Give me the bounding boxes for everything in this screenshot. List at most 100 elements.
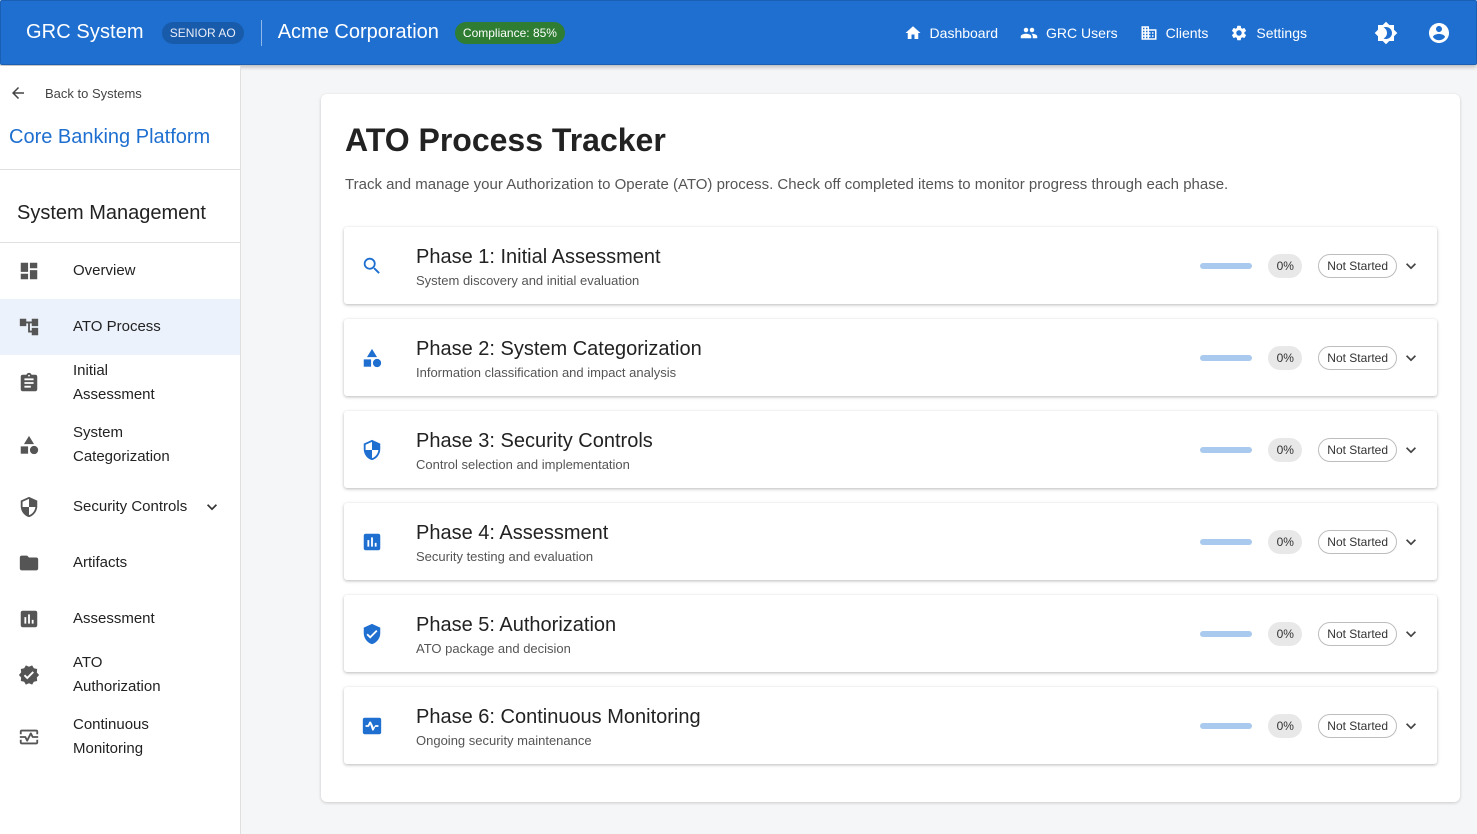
sidebar-item-artifacts[interactable]: Artifacts (0, 535, 240, 591)
phase-card-1[interactable]: Phase 1: Initial Assessment System disco… (344, 227, 1437, 304)
theme-toggle-button[interactable] (1373, 20, 1399, 46)
folder-icon (18, 552, 40, 574)
phase-status-chip: Not Started (1318, 621, 1397, 646)
arrow-back-icon (12, 87, 24, 99)
nav-grc-users-label: GRC Users (1046, 24, 1118, 41)
phase-card-6[interactable]: Phase 6: Continuous Monitoring Ongoing s… (344, 687, 1437, 764)
nav-settings[interactable]: Settings (1230, 24, 1307, 42)
phase-title: Phase 6: Continuous Monitoring (416, 705, 701, 728)
phase-progress-bar (1200, 446, 1253, 453)
phase-subtitle: Information classification and impact an… (416, 364, 677, 380)
sidebar-item-ato-authorization[interactable]: ATO Authorization (0, 647, 240, 703)
compliance-badge: Compliance: 85% (454, 21, 565, 44)
nav-dashboard[interactable]: Dashboard (904, 24, 998, 42)
sidebar-item-assessment[interactable]: Assessment (0, 591, 240, 647)
phase-percent-badge: 0% (1268, 345, 1303, 370)
sidebar-item-ato-process[interactable]: ATO Process (0, 299, 240, 355)
monitor-heart-icon (361, 715, 383, 737)
sidebar-item-continuous-monitoring[interactable]: Continuous Monitoring (0, 703, 240, 771)
sidebar-item-label: System Categorization (73, 424, 170, 465)
ato-tracker-card: ATO Process Tracker Track and manage you… (321, 94, 1460, 802)
sidebar-item-label: Assessment (73, 610, 155, 627)
phase-subtitle: Ongoing security maintenance (416, 732, 592, 748)
sidebar-item-security-controls[interactable]: Security Controls (0, 479, 240, 535)
expand-chevron-icon[interactable] (1401, 256, 1421, 276)
expand-chevron-icon[interactable] (1401, 716, 1421, 736)
sidebar-item-initial-assessment[interactable]: Initial Assessment (0, 355, 240, 411)
top-nav: Dashboard GRC Users Clients Settings (882, 1, 1476, 64)
phase-status-chip: Not Started (1318, 345, 1397, 370)
expand-chevron-icon[interactable] (1401, 532, 1421, 552)
nav-clients[interactable]: Clients (1140, 24, 1209, 42)
phase-title: Phase 5: Authorization (416, 613, 617, 636)
phase-status-chip: Not Started (1318, 437, 1397, 462)
phase-subtitle: ATO package and decision (416, 640, 571, 656)
nav-clients-label: Clients (1165, 24, 1209, 41)
sidebar-item-system-categorization[interactable]: System Categorization (0, 411, 240, 479)
bar-chart-icon (361, 531, 383, 553)
phase-progress-bar (1200, 722, 1253, 729)
phase-title: Phase 1: Initial Assessment (416, 245, 661, 268)
role-badge: SENIOR AO (161, 21, 244, 44)
nav-grc-users[interactable]: GRC Users (1020, 24, 1118, 42)
back-link-label: Back to Systems (45, 85, 142, 101)
assignment-icon (18, 372, 40, 394)
phase-title: Phase 3: Security Controls (416, 429, 653, 452)
verified-icon (18, 664, 40, 686)
page-description: Track and manage your Authorization to O… (345, 176, 1229, 193)
phase-card-4[interactable]: Phase 4: Assessment Security testing and… (344, 503, 1437, 580)
nav-settings-label: Settings (1256, 24, 1307, 41)
phase-percent-badge: 0% (1268, 529, 1303, 554)
back-to-systems-link[interactable]: Back to Systems (0, 66, 240, 120)
expand-chevron-icon[interactable] (1401, 624, 1421, 644)
section-title: System Management (0, 170, 240, 243)
brightness-icon (1374, 21, 1398, 44)
home-icon (905, 25, 921, 39)
phase-card-3[interactable]: Phase 3: Security Controls Control selec… (344, 411, 1437, 488)
category-icon (361, 347, 383, 369)
sidebar-item-label: ATO Authorization (73, 654, 161, 695)
bar-chart-icon (18, 608, 40, 630)
expand-chevron-icon[interactable] (1401, 348, 1421, 368)
expand-chevron-icon[interactable] (1401, 440, 1421, 460)
account-circle-icon (1429, 22, 1449, 43)
phase-title: Phase 2: System Categorization (416, 337, 702, 360)
sidebar-item-overview[interactable]: Overview (0, 243, 240, 299)
phase-card-2[interactable]: Phase 2: System Categorization Informati… (344, 319, 1437, 396)
phase-card-5[interactable]: Phase 5: Authorization ATO package and d… (344, 595, 1437, 672)
phase-percent-badge: 0% (1268, 253, 1303, 278)
verified-user-icon (361, 623, 383, 645)
gear-icon (1232, 25, 1247, 40)
page-title: ATO Process Tracker (345, 122, 666, 158)
phase-subtitle: Security testing and evaluation (416, 548, 594, 564)
organization-name: Acme Corporation (277, 21, 439, 43)
category-icon (18, 434, 40, 456)
phase-subtitle: System discovery and initial evaluation (416, 272, 640, 288)
sidebar-item-label: Initial Assessment (73, 362, 155, 403)
system-name: Core Banking Platform (0, 120, 240, 170)
phase-title: Phase 4: Assessment (416, 521, 609, 544)
phase-progress-bar (1200, 354, 1253, 361)
sidebar-item-label: Artifacts (73, 554, 128, 571)
chevron-down-icon[interactable] (202, 497, 222, 517)
phase-status-chip: Not Started (1318, 713, 1397, 738)
building-icon (1141, 25, 1157, 40)
sidebar-item-label: Security Controls (73, 498, 188, 515)
account-tree-icon (18, 316, 40, 338)
phase-percent-badge: 0% (1268, 621, 1303, 646)
account-button[interactable] (1426, 20, 1452, 46)
app-bar: GRC System SENIOR AO Acme Corporation Co… (0, 0, 1477, 65)
phase-progress-bar (1200, 262, 1253, 269)
shield-icon (18, 496, 40, 518)
dashboard-icon (18, 260, 40, 282)
phase-status-chip: Not Started (1318, 529, 1397, 554)
phase-progress-bar (1200, 538, 1253, 545)
users-icon (1020, 27, 1038, 38)
phase-percent-badge: 0% (1268, 437, 1303, 462)
monitor-heart-icon (18, 726, 40, 748)
phase-status-chip: Not Started (1318, 253, 1397, 278)
search-icon (361, 255, 383, 277)
phase-progress-bar (1200, 630, 1253, 637)
app-brand[interactable]: GRC System (26, 21, 144, 44)
phase-percent-badge: 0% (1268, 713, 1303, 738)
